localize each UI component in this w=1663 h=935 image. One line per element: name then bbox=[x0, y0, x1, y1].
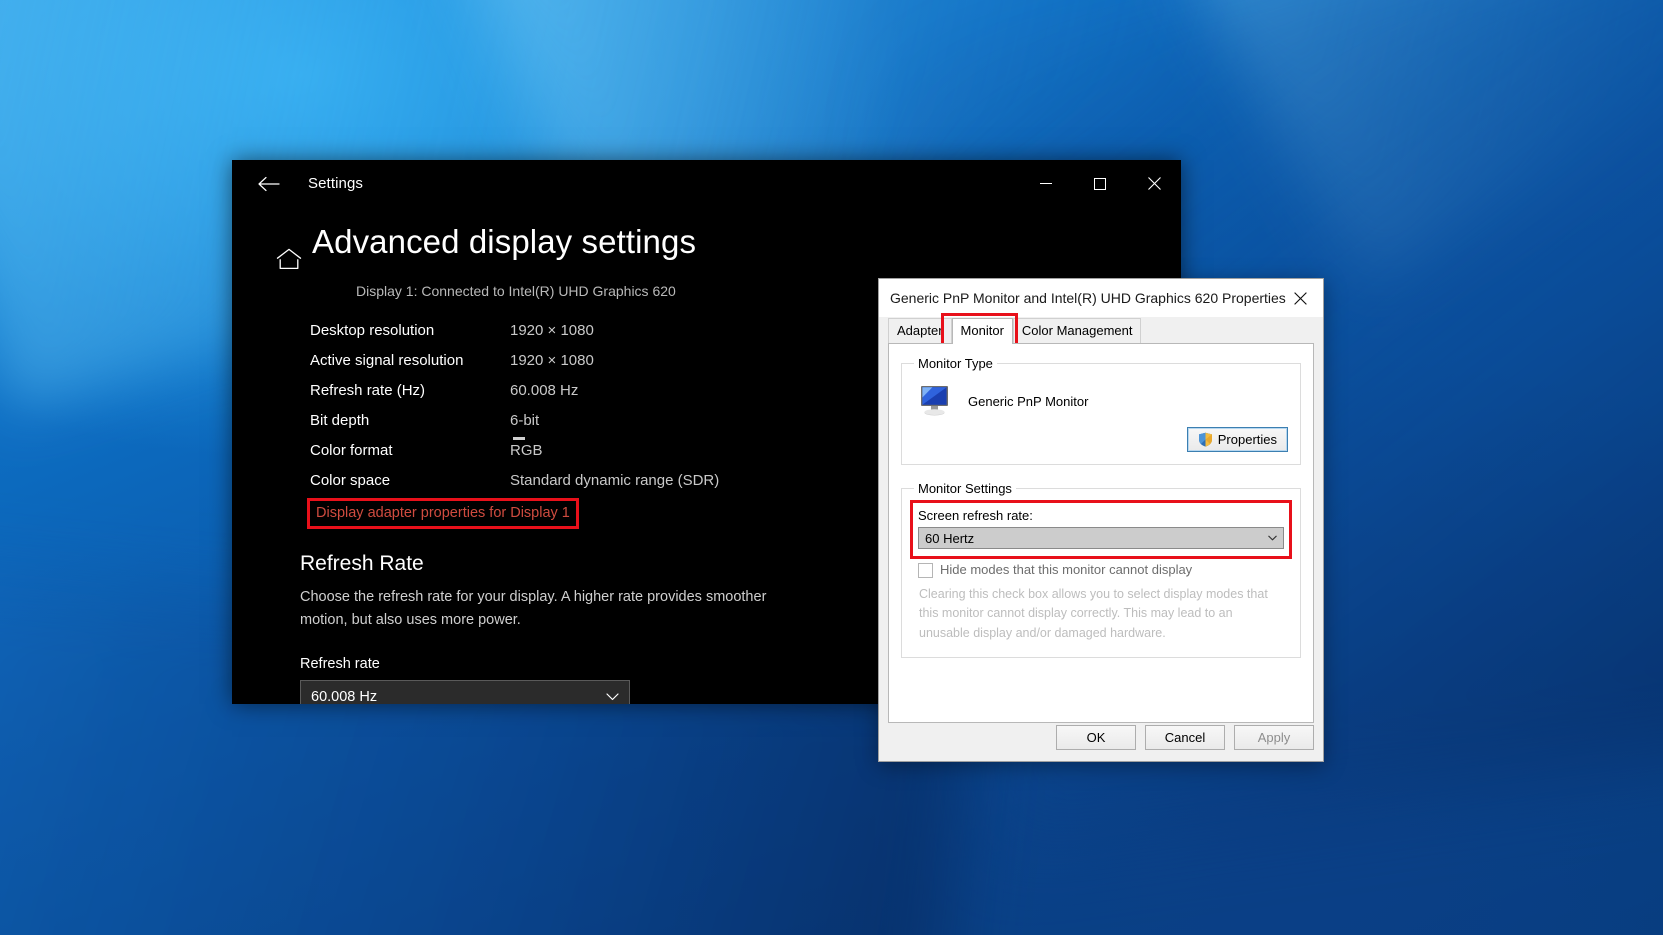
info-label: Refresh rate (Hz) bbox=[310, 381, 426, 399]
chevron-down-icon bbox=[606, 689, 619, 704]
info-label: Color format bbox=[310, 441, 393, 459]
hide-modes-note: Clearing this check box allows you to se… bbox=[919, 587, 1268, 640]
monitor-type-row: Generic PnP Monitor bbox=[912, 379, 1290, 423]
home-icon[interactable] bbox=[272, 239, 306, 279]
close-button[interactable] bbox=[1127, 160, 1181, 207]
info-label: Active signal resolution bbox=[310, 351, 464, 369]
cancel-button[interactable]: Cancel bbox=[1145, 724, 1225, 750]
screen-refresh-rate-block: Screen refresh rate: 60 Hertz bbox=[910, 500, 1292, 559]
dialog-content: Adapter Monitor Color Management Monitor… bbox=[879, 313, 1323, 761]
display-dash-marker bbox=[513, 437, 525, 440]
minimize-button[interactable] bbox=[1019, 160, 1073, 207]
info-value: 1920 × 1080 bbox=[510, 321, 594, 339]
tab-monitor[interactable]: Monitor bbox=[951, 318, 1013, 344]
dialog-title: Generic PnP Monitor and Intel(R) UHD Gra… bbox=[890, 290, 1286, 306]
hide-modes-checkbox-row[interactable]: Hide modes that this monitor cannot disp… bbox=[918, 562, 1284, 578]
refresh-rate-description: Choose the refresh rate for your display… bbox=[300, 589, 767, 629]
monitor-properties-button-label: Properties bbox=[1217, 432, 1277, 447]
info-label: Desktop resolution bbox=[310, 321, 435, 339]
monitor-settings-inner: Screen refresh rate: 60 Hertz Hide modes… bbox=[910, 500, 1292, 645]
uac-shield-icon bbox=[1198, 432, 1213, 447]
screen-refresh-rate-value: 60 Hertz bbox=[925, 530, 975, 546]
screen-refresh-rate-dropdown[interactable]: 60 Hertz bbox=[918, 527, 1284, 549]
apply-button: Apply bbox=[1234, 724, 1314, 750]
info-label: Bit depth bbox=[310, 411, 370, 429]
monitor-tab-panel: Monitor Type Generic PnP Monitor Propert… bbox=[888, 343, 1314, 723]
dialog-footer: OK Cancel Apply bbox=[879, 713, 1323, 761]
hide-modes-label: Hide modes that this monitor cannot disp… bbox=[940, 562, 1193, 577]
refresh-rate-dropdown-value: 60.008 Hz bbox=[311, 688, 378, 704]
info-value: Standard dynamic range (SDR) bbox=[510, 471, 720, 489]
window-caption-buttons bbox=[1019, 160, 1181, 207]
monitor-icon bbox=[918, 384, 954, 418]
info-value: 1920 × 1080 bbox=[510, 351, 594, 369]
monitor-type-name: Generic PnP Monitor bbox=[968, 393, 1089, 409]
chevron-down-icon[interactable] bbox=[1264, 529, 1281, 547]
tab-color-management[interactable]: Color Management bbox=[1012, 318, 1142, 343]
monitor-settings-group: Monitor Settings Screen refresh rate: 60… bbox=[901, 481, 1301, 659]
info-value: 60.008 Hz bbox=[510, 381, 579, 399]
monitor-properties-button[interactable]: Properties bbox=[1186, 427, 1288, 452]
info-value: 6-bit bbox=[510, 411, 540, 429]
monitor-properties-button-row: Properties bbox=[912, 427, 1290, 452]
info-label: Color space bbox=[310, 471, 391, 489]
dialog-tabstrip: Adapter Monitor Color Management bbox=[879, 313, 1323, 348]
monitor-type-legend: Monitor Type bbox=[918, 356, 993, 371]
page-title: Advanced display settings bbox=[312, 223, 697, 260]
monitor-type-group: Monitor Type Generic PnP Monitor Propert… bbox=[901, 356, 1301, 465]
ok-button[interactable]: OK bbox=[1056, 724, 1136, 750]
display-adapter-properties-link[interactable]: Display adapter properties for Display 1 bbox=[310, 501, 576, 526]
monitor-properties-dialog: Generic PnP Monitor and Intel(R) UHD Gra… bbox=[878, 278, 1324, 762]
monitor-settings-legend: Monitor Settings bbox=[918, 481, 1012, 496]
screen-refresh-rate-label: Screen refresh rate: bbox=[918, 508, 1033, 523]
back-arrow-icon[interactable] bbox=[246, 168, 292, 200]
maximize-button[interactable] bbox=[1073, 160, 1127, 207]
close-icon[interactable] bbox=[1278, 279, 1323, 317]
settings-window-title: Settings bbox=[308, 175, 363, 192]
hide-modes-checkbox[interactable] bbox=[918, 563, 933, 578]
dialog-titlebar: Generic PnP Monitor and Intel(R) UHD Gra… bbox=[879, 279, 1323, 317]
wallpaper-streak bbox=[1180, 0, 1663, 290]
info-value: RGB bbox=[510, 441, 543, 459]
page-header: Advanced display settings bbox=[272, 223, 1181, 279]
tab-adapter[interactable]: Adapter bbox=[888, 318, 952, 343]
adapter-link-wrapper: Display adapter properties for Display 1 bbox=[307, 498, 579, 529]
refresh-rate-dropdown[interactable]: 60.008 Hz bbox=[300, 680, 630, 704]
settings-titlebar: Settings bbox=[232, 160, 1181, 207]
